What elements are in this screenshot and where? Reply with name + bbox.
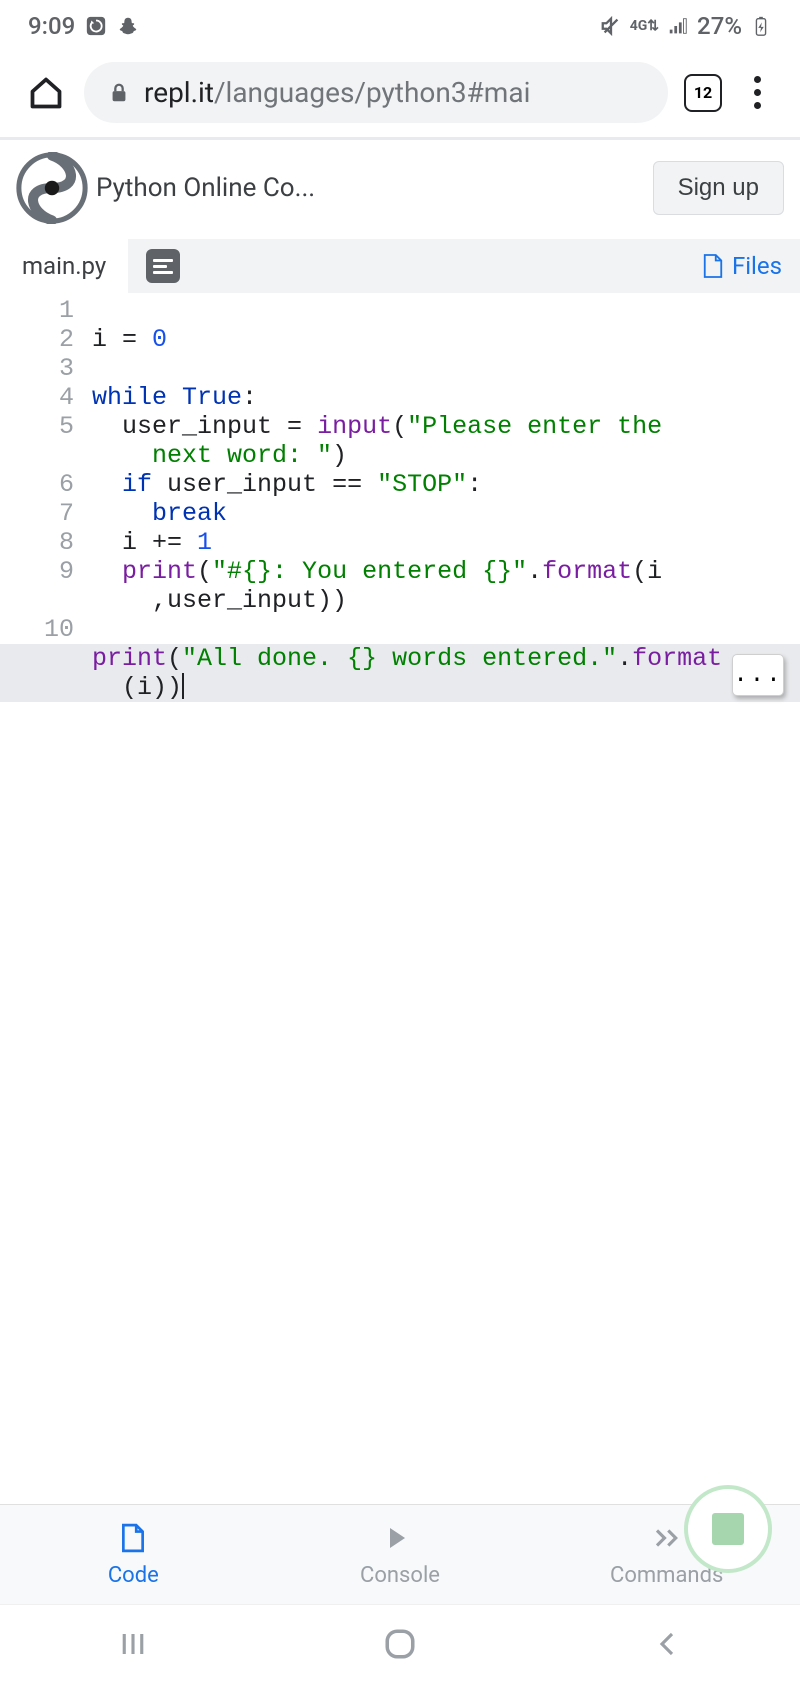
url-text: repl.it/languages/python3#mai bbox=[144, 76, 530, 109]
network-4g-icon: 4G⇅ bbox=[630, 18, 659, 34]
stop-button[interactable] bbox=[684, 1485, 772, 1573]
status-time: 9:09 bbox=[28, 12, 75, 40]
replit-logo-icon bbox=[16, 152, 88, 224]
lock-icon bbox=[108, 82, 130, 104]
bottom-tabs: Code Console Commands bbox=[0, 1504, 800, 1604]
home-button[interactable] bbox=[24, 71, 68, 115]
code-file-icon bbox=[118, 1523, 148, 1553]
line-gutter: 1 2 3 4 5 6 7 8 9 10 11 bbox=[0, 296, 92, 702]
snapchat-icon bbox=[117, 15, 139, 37]
back-button[interactable] bbox=[607, 1629, 727, 1659]
browser-menu-button[interactable] bbox=[738, 76, 776, 109]
code-editor[interactable]: 1 2 3 4 5 6 7 8 9 10 11 i = 0 while True… bbox=[0, 296, 800, 702]
chevrons-right-icon bbox=[652, 1523, 682, 1553]
cursor bbox=[182, 673, 184, 699]
refresh-badge-icon bbox=[85, 15, 107, 37]
file-icon bbox=[702, 253, 724, 279]
signup-button[interactable]: Sign up bbox=[653, 161, 784, 215]
signal-icon bbox=[667, 15, 689, 37]
recents-button[interactable] bbox=[73, 1629, 193, 1659]
play-next-icon bbox=[385, 1523, 415, 1553]
code-actions-button[interactable]: ... bbox=[732, 654, 784, 696]
home-system-button[interactable] bbox=[340, 1627, 460, 1661]
files-button[interactable]: Files bbox=[702, 252, 782, 280]
mute-icon bbox=[600, 15, 622, 37]
file-tab-main[interactable]: main.py bbox=[0, 236, 128, 296]
url-bar[interactable]: repl.it/languages/python3#mai bbox=[84, 62, 668, 123]
system-nav bbox=[0, 1604, 800, 1689]
home-square-icon bbox=[383, 1627, 417, 1661]
tab-console[interactable]: Console bbox=[267, 1505, 534, 1604]
format-button[interactable] bbox=[146, 249, 180, 283]
back-chevron-icon bbox=[652, 1629, 682, 1659]
file-tabs: main.py Files bbox=[0, 236, 800, 296]
status-bar: 9:09 4G⇅ 27% bbox=[0, 0, 800, 52]
stop-icon bbox=[712, 1513, 744, 1545]
page-title: Python Online Co... bbox=[96, 173, 315, 203]
browser-bar: repl.it/languages/python3#mai 12 bbox=[0, 52, 800, 137]
battery-pct: 27% bbox=[697, 12, 742, 40]
tab-code[interactable]: Code bbox=[0, 1505, 267, 1604]
tabs-button[interactable]: 12 bbox=[684, 74, 722, 112]
recents-icon bbox=[118, 1629, 148, 1659]
code-content[interactable]: i = 0 while True: user_input = input("Pl… bbox=[92, 296, 800, 702]
home-icon bbox=[28, 75, 64, 111]
repl-header: Python Online Co... Sign up bbox=[0, 140, 800, 236]
battery-charging-icon bbox=[750, 15, 772, 37]
